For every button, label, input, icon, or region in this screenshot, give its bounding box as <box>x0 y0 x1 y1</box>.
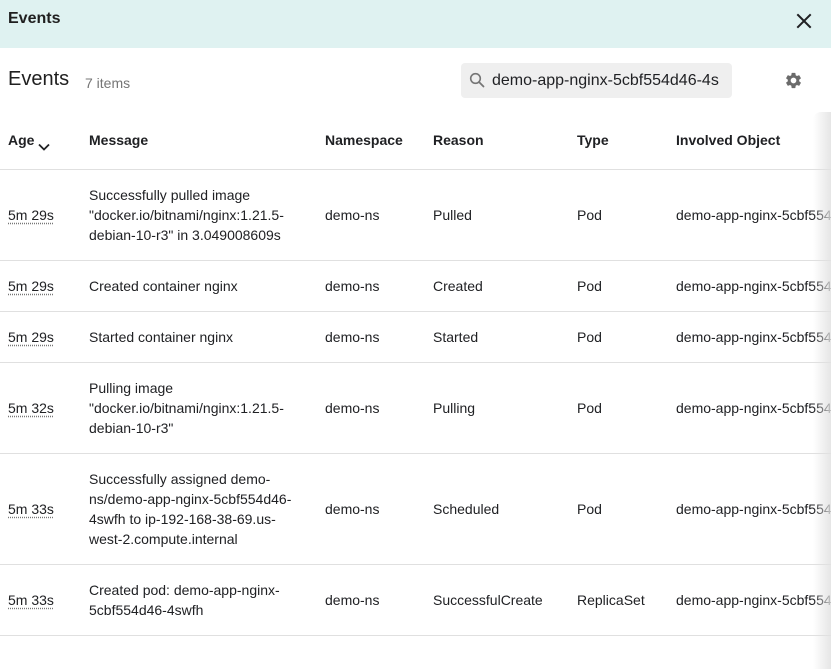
message-cell: Created container nginx <box>81 260 317 312</box>
column-header-label: Age <box>8 132 35 149</box>
dialog-titlebar: Events <box>0 0 831 48</box>
age-value: 5m 29s <box>8 328 54 345</box>
involved-object-link[interactable]: demo-app-nginx-5cbf554d46-4swfh <box>676 400 831 416</box>
age-cell: 5m 29s <box>0 169 81 261</box>
gear-icon[interactable] <box>784 71 803 90</box>
involved-object-link[interactable]: demo-app-nginx-5cbf554d46-4swfh <box>676 278 831 294</box>
age-value: 5m 33s <box>8 591 54 608</box>
message-cell: Created pod: demo-app-nginx-5cbf554d46-4… <box>81 564 317 636</box>
involved-object-cell: demo-app-nginx-5cbf554d46-4swfh <box>668 362 831 454</box>
table-row[interactable]: 5m 33s Successfully assigned demo-ns/dem… <box>0 453 831 565</box>
page-title: Events <box>8 68 70 90</box>
age-value: 5m 29s <box>8 277 54 294</box>
type-cell: Pod <box>569 169 668 261</box>
involved-object-link[interactable]: demo-app-nginx-5cbf554d46-4swfh <box>676 329 831 345</box>
reason-cell: SuccessfulCreate <box>425 564 569 636</box>
age-cell: 5m 29s <box>0 311 81 363</box>
involved-object-cell: demo-app-nginx-5cbf554d46-4swfh <box>668 311 831 363</box>
table-header-row: Age Message Namespace Reason Type Involv… <box>0 112 831 170</box>
close-icon[interactable] <box>793 10 815 32</box>
message-cell: Successfully pulled image "docker.io/bit… <box>81 169 317 261</box>
column-header-type[interactable]: Type <box>569 112 668 170</box>
namespace-cell: demo-ns <box>317 260 425 312</box>
message-cell: Successfully assigned demo-ns/demo-app-n… <box>81 453 317 565</box>
involved-object-cell: demo-app-nginx-5cbf554d46-4swfh <box>668 564 831 636</box>
type-cell: Pod <box>569 362 668 454</box>
table-row[interactable]: 5m 29s Successfully pulled image "docker… <box>0 169 831 261</box>
reason-cell: Started <box>425 311 569 363</box>
table-row[interactable]: 5m 33s Created pod: demo-app-nginx-5cbf5… <box>0 564 831 636</box>
age-value: 5m 29s <box>8 206 54 223</box>
involved-object-link[interactable]: demo-app-nginx-5cbf554d46-4swfh <box>676 501 831 517</box>
type-cell: Pod <box>569 453 668 565</box>
age-value: 5m 33s <box>8 500 54 517</box>
type-cell: ReplicaSet <box>569 564 668 636</box>
table-row[interactable]: 5m 29s Created container nginx demo-ns C… <box>0 260 831 312</box>
message-cell: Started container nginx <box>81 311 317 363</box>
involved-object-cell: demo-app-nginx-5cbf554d46-4swfh <box>668 169 831 261</box>
involved-object-cell: demo-app-nginx-5cbf554d46-4swfh <box>668 260 831 312</box>
namespace-cell: demo-ns <box>317 311 425 363</box>
search-icon <box>469 72 485 88</box>
column-header-message[interactable]: Message <box>81 112 317 170</box>
dialog-title: Events <box>8 10 61 27</box>
message-cell: Pulling image "docker.io/bitnami/nginx:1… <box>81 362 317 454</box>
chevron-down-icon[interactable] <box>38 138 51 151</box>
involved-object-cell: demo-app-nginx-5cbf554d46-4swfh <box>668 453 831 565</box>
age-cell: 5m 29s <box>0 260 81 312</box>
involved-object-link[interactable]: demo-app-nginx-5cbf554d46-4swfh <box>676 207 831 223</box>
namespace-cell: demo-ns <box>317 453 425 565</box>
age-cell: 5m 33s <box>0 453 81 565</box>
search-box[interactable] <box>461 63 732 98</box>
column-header-reason[interactable]: Reason <box>425 112 569 170</box>
column-header-namespace[interactable]: Namespace <box>317 112 425 170</box>
age-value: 5m 32s <box>8 399 54 416</box>
namespace-cell: demo-ns <box>317 564 425 636</box>
events-header: Events 7 items <box>0 48 831 112</box>
type-cell: Pod <box>569 260 668 312</box>
events-table-container[interactable]: Age Message Namespace Reason Type Involv… <box>0 112 831 669</box>
involved-object-link[interactable]: demo-app-nginx-5cbf554d46-4swfh <box>676 592 831 608</box>
type-cell: Pod <box>569 311 668 363</box>
namespace-cell: demo-ns <box>317 169 425 261</box>
reason-cell: Pulled <box>425 169 569 261</box>
events-table: Age Message Namespace Reason Type Involv… <box>0 112 831 636</box>
column-header-involved-object[interactable]: Involved Object <box>668 112 831 170</box>
age-cell: 5m 33s <box>0 564 81 636</box>
reason-cell: Pulling <box>425 362 569 454</box>
namespace-cell: demo-ns <box>317 362 425 454</box>
table-row[interactable]: 5m 29s Started container nginx demo-ns S… <box>0 311 831 363</box>
reason-cell: Created <box>425 260 569 312</box>
column-header-age[interactable]: Age <box>0 112 81 170</box>
search-input[interactable] <box>492 63 728 98</box>
reason-cell: Scheduled <box>425 453 569 565</box>
table-row[interactable]: 5m 32s Pulling image "docker.io/bitnami/… <box>0 362 831 454</box>
age-cell: 5m 32s <box>0 362 81 454</box>
item-count: 7 items <box>85 75 131 91</box>
